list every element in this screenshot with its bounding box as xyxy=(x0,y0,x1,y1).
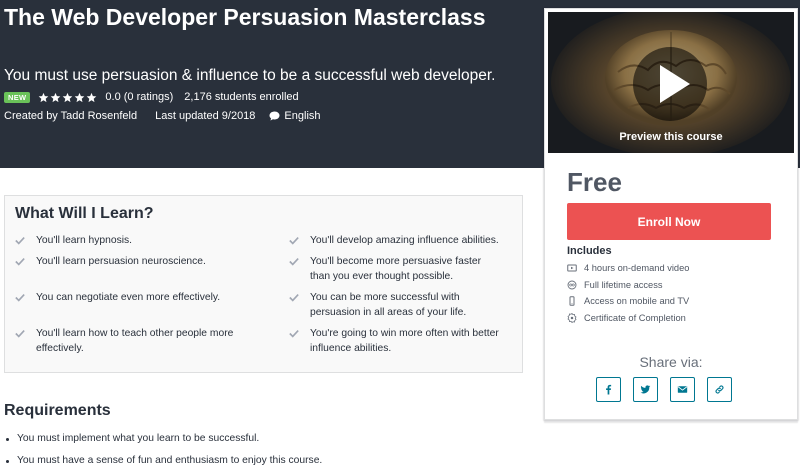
course-language: English xyxy=(269,110,321,122)
share-label: Share via: xyxy=(639,354,703,370)
star-icon xyxy=(39,92,49,102)
includes-item-label: Full lifetime access xyxy=(584,279,663,290)
check-icon xyxy=(289,258,299,266)
includes-item: 4 hours on-demand video xyxy=(567,260,689,277)
includes-item-label: Access on mobile and TV xyxy=(584,296,690,307)
language-label: English xyxy=(284,110,321,122)
learn-title: What Will I Learn? xyxy=(15,205,154,222)
share-email-button[interactable] xyxy=(670,377,695,402)
course-meta-row-2: Created by Tadd Rosenfeld Last updated 9… xyxy=(4,108,321,124)
course-preview-video[interactable]: Preview this course xyxy=(548,12,794,153)
purchase-sidebar: Preview this course Free Enroll Now Incl… xyxy=(544,8,798,420)
learn-item-text: You can be more successful with persuasi… xyxy=(310,292,467,318)
includes-item: Access on mobile and TV xyxy=(567,293,689,310)
new-badge: NEW xyxy=(4,91,31,103)
enrolled-count: 2,176 students enrolled xyxy=(184,91,299,103)
share-link-button[interactable] xyxy=(707,377,732,402)
certificate-icon xyxy=(567,312,577,323)
requirement-text: You must implement what you learn to be … xyxy=(17,433,260,444)
twitter-icon xyxy=(640,385,651,394)
check-icon xyxy=(15,330,25,338)
enroll-now-button[interactable]: Enroll Now xyxy=(567,203,771,240)
star-icon xyxy=(63,92,73,102)
learn-item: You'll learn how to teach other people m… xyxy=(15,326,237,356)
includes-list: 4 hours on-demand video Full lifetime ac… xyxy=(567,260,689,326)
share-twitter-button[interactable] xyxy=(633,377,658,402)
mobile-icon xyxy=(569,296,575,306)
requirement-text: You must have a sense of fun and enthusi… xyxy=(17,455,323,466)
share-facebook-button[interactable] xyxy=(596,377,621,402)
learn-item-text: You'll learn hypnosis. xyxy=(36,235,133,246)
play-icon[interactable] xyxy=(631,45,709,123)
facebook-icon xyxy=(606,384,612,395)
bullet-icon xyxy=(6,438,9,441)
what-you-will-learn: What Will I Learn? You'll learn hypnosis… xyxy=(4,195,523,373)
learn-item-text: You'll become more persuasive faster tha… xyxy=(310,256,481,282)
share-buttons xyxy=(596,377,744,402)
learn-item: You'll learn hypnosis. xyxy=(15,233,255,248)
instructor-link[interactable]: Created by Tadd Rosenfeld xyxy=(4,110,137,122)
requirements-title: Requirements xyxy=(4,402,111,419)
bullet-icon xyxy=(6,460,9,463)
learn-item: You'll become more persuasive faster tha… xyxy=(289,254,499,284)
course-meta-row: NEW 0.0 (0 ratings) 2,176 students enrol… xyxy=(4,89,299,105)
includes-title: Includes xyxy=(567,245,612,257)
email-icon xyxy=(677,386,688,393)
includes-item: Certificate of Completion xyxy=(567,310,689,327)
check-icon xyxy=(15,237,25,245)
learn-item-text: You can negotiate even more effectively. xyxy=(36,292,221,303)
learn-item: You can be more successful with persuasi… xyxy=(289,290,499,320)
requirement-item: You must implement what you learn to be … xyxy=(6,428,322,450)
preview-label: Preview this course xyxy=(619,131,723,143)
check-icon xyxy=(289,237,299,245)
learn-item-text: You'll learn how to teach other people m… xyxy=(36,328,234,354)
learn-item-text: You're going to win more often with bett… xyxy=(310,328,499,354)
check-icon xyxy=(15,258,25,266)
requirements-list: You must implement what you learn to be … xyxy=(6,428,322,472)
check-icon xyxy=(289,294,299,302)
check-icon xyxy=(289,330,299,338)
star-icon xyxy=(75,92,85,102)
star-icon xyxy=(51,92,61,102)
learn-item: You'll develop amazing influence abiliti… xyxy=(289,233,529,248)
course-subtitle: You must use persuasion & influence to b… xyxy=(4,67,496,84)
learn-item: You can negotiate even more effectively. xyxy=(15,290,255,305)
video-icon xyxy=(567,264,577,272)
includes-item-label: Certificate of Completion xyxy=(584,312,686,323)
infinity-icon xyxy=(567,280,577,290)
star-icon xyxy=(87,92,97,102)
link-icon xyxy=(715,385,724,394)
learn-item-text: You'll develop amazing influence abiliti… xyxy=(310,235,499,246)
rating-text[interactable]: 0.0 (0 ratings) xyxy=(105,91,173,103)
last-updated: Last updated 9/2018 xyxy=(155,110,256,122)
course-title: The Web Developer Persuasion Masterclass xyxy=(4,4,486,30)
includes-item: Full lifetime access xyxy=(567,277,689,294)
includes-item-label: 4 hours on-demand video xyxy=(584,263,690,274)
rating-stars xyxy=(38,92,98,103)
check-icon xyxy=(15,294,25,302)
learn-item: You're going to win more often with bett… xyxy=(289,326,499,356)
course-price: Free xyxy=(567,167,622,197)
learn-item-text: You'll learn persuasion neuroscience. xyxy=(36,256,206,267)
learn-item: You'll learn persuasion neuroscience. xyxy=(15,254,255,269)
requirement-item: You must have a sense of fun and enthusi… xyxy=(6,450,322,472)
speech-bubble-icon xyxy=(269,111,280,121)
